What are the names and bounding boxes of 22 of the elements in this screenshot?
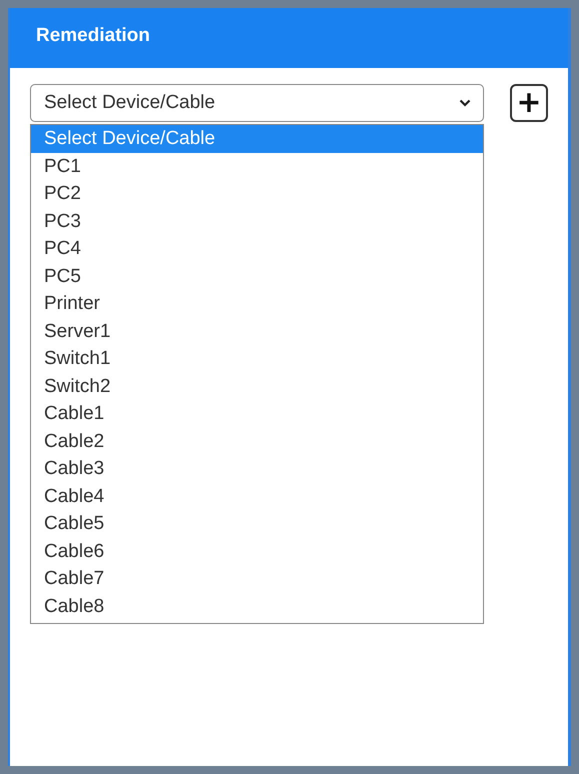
dropdown-option[interactable]: PC2 — [31, 180, 483, 208]
dropdown-option[interactable]: PC4 — [31, 235, 483, 262]
dropdown-option[interactable]: Cable4 — [31, 482, 483, 510]
dropdown-option[interactable]: PC3 — [31, 208, 483, 235]
dropdown-option[interactable]: Printer — [31, 290, 483, 318]
dropdown-option[interactable]: Cable8 — [31, 592, 483, 620]
dropdown-option[interactable]: Select Device/Cable — [31, 125, 483, 152]
panel-title: Remediation — [36, 25, 150, 47]
dropdown-option[interactable]: Switch1 — [31, 345, 483, 372]
dropdown-option[interactable]: PC5 — [31, 262, 483, 290]
dropdown-option[interactable]: Cable3 — [31, 455, 483, 482]
dropdown-option[interactable]: Server1 — [31, 318, 483, 345]
add-button[interactable]: + — [510, 84, 548, 122]
dropdown-option[interactable]: Cable2 — [31, 428, 483, 455]
dropdown-option[interactable]: PC1 — [31, 152, 483, 180]
dropdown-option[interactable]: Cable1 — [31, 400, 483, 428]
dropdown-option[interactable]: Cable5 — [31, 510, 483, 538]
dropdown-option[interactable]: Cable6 — [31, 538, 483, 565]
dropdown-option[interactable]: Cable7 — [31, 565, 483, 592]
chevron-down-icon — [459, 99, 471, 107]
device-select[interactable]: Select Device/Cable — [30, 84, 484, 122]
dropdown-option[interactable]: Switch2 — [31, 372, 483, 400]
